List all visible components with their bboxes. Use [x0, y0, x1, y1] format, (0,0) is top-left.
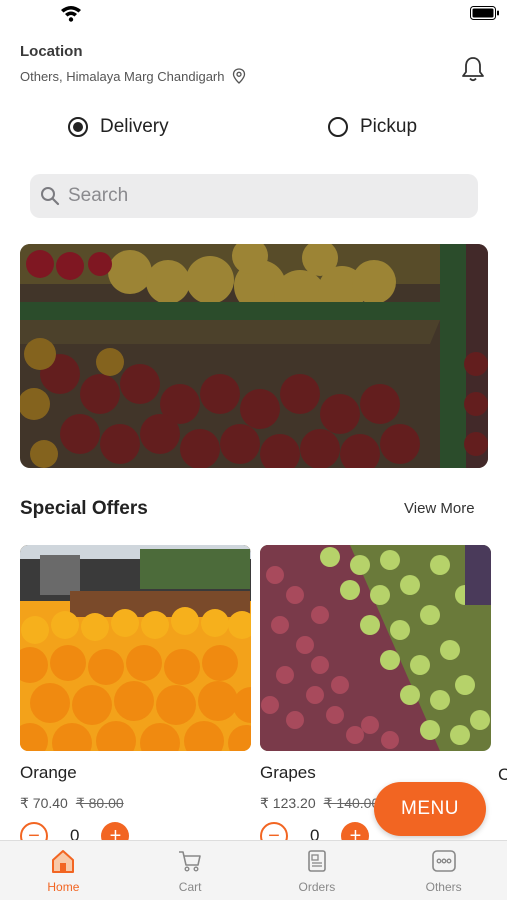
cart-icon: [179, 850, 201, 872]
pickup-option[interactable]: Pickup: [328, 116, 417, 138]
product-name: Grapes: [260, 763, 316, 782]
pickup-label: Pickup: [360, 116, 418, 137]
search-icon: [41, 187, 60, 206]
original-price: ₹ 140.00: [323, 795, 380, 811]
search-bar[interactable]: [30, 174, 478, 218]
tab-home[interactable]: Home: [0, 841, 127, 900]
location-label: Location: [20, 43, 83, 60]
promo-banner[interactable]: [20, 244, 488, 468]
tab-label: Home: [47, 879, 80, 894]
tab-label: Cart: [178, 879, 202, 894]
tab-cart[interactable]: Cart: [127, 841, 254, 900]
bottom-tab-bar: Home Cart Orders Others: [0, 840, 507, 900]
grapes-image: [260, 545, 491, 751]
product-name: Orange: [20, 763, 77, 782]
view-more-link[interactable]: View More: [404, 500, 475, 517]
status-bar: [0, 0, 507, 28]
wifi-icon: [61, 6, 81, 22]
current-price: ₹ 70.40: [20, 795, 68, 811]
orange-image: [20, 545, 251, 751]
next-product-name-partial: C: [498, 765, 507, 784]
more-icon: [431, 849, 456, 872]
delivery-option[interactable]: Delivery: [68, 116, 169, 138]
special-offers-title: Special Offers: [20, 498, 148, 519]
tab-orders[interactable]: Orders: [254, 841, 381, 900]
notification-bell-icon[interactable]: [460, 55, 486, 83]
tab-label: Others: [425, 879, 462, 894]
price-row: ₹ 70.40 ₹ 80.00: [20, 795, 251, 812]
pickup-radio[interactable]: [328, 117, 348, 137]
delivery-radio[interactable]: [68, 117, 88, 137]
orders-icon: [308, 849, 326, 872]
menu-button[interactable]: MENU: [374, 782, 486, 836]
original-price: ₹ 80.00: [75, 795, 124, 811]
current-price: ₹ 123.20: [260, 795, 316, 811]
battery-icon: [470, 6, 499, 20]
tab-others[interactable]: Others: [380, 841, 507, 900]
banner-image: [20, 244, 488, 468]
home-icon: [52, 849, 75, 873]
product-card-orange[interactable]: Orange ₹ 70.40 ₹ 80.00 − 0 +: [20, 545, 251, 850]
tab-label: Orders: [298, 879, 336, 894]
location-selector[interactable]: Others, Himalaya Marg Chandigarh: [20, 68, 246, 84]
search-input[interactable]: [68, 185, 448, 207]
delivery-label: Delivery: [100, 116, 169, 137]
location-pin-icon: [233, 68, 246, 84]
location-value: Others, Himalaya Marg Chandigarh: [20, 68, 225, 84]
